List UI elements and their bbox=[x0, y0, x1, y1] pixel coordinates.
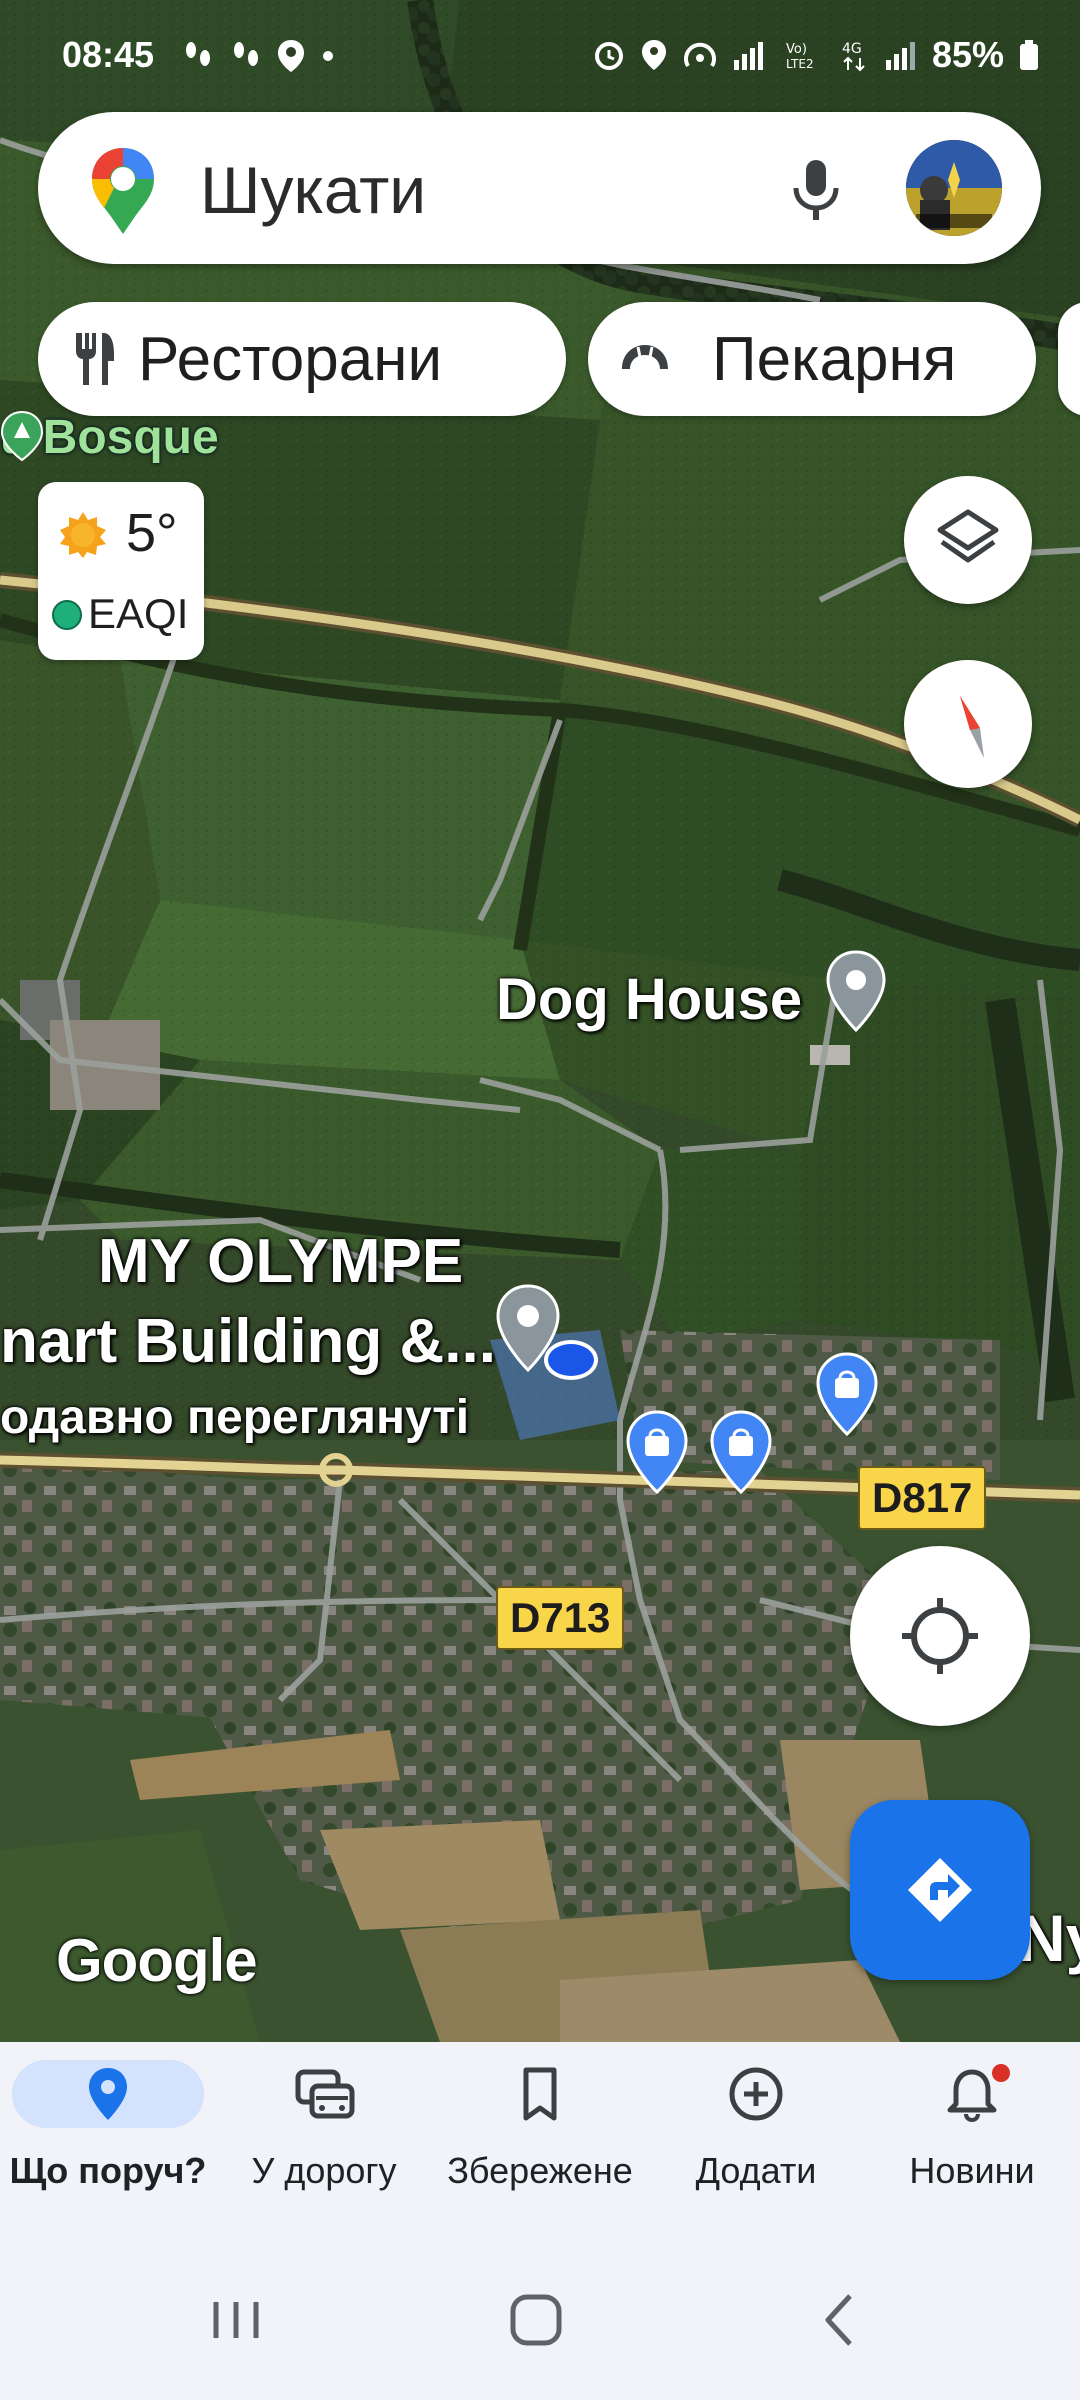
directions-button[interactable] bbox=[850, 1800, 1030, 1980]
commute-icon bbox=[260, 2060, 388, 2128]
crosshair-icon bbox=[902, 1598, 978, 1674]
bell-icon bbox=[908, 2060, 1036, 2128]
olympe-label-line3: одавно переглянуті bbox=[0, 1391, 470, 1444]
hotspot-icon bbox=[684, 42, 716, 68]
search-bar[interactable]: Шукати bbox=[38, 112, 1041, 264]
system-nav-bar bbox=[0, 2240, 1080, 2400]
nav-label: Збережене bbox=[447, 2150, 633, 2191]
status-bar: 08:45 Vo) LTE2 4G 85% bbox=[0, 30, 1080, 86]
dog-house-pin-icon[interactable] bbox=[826, 950, 886, 1033]
bottom-nav: Що поруч? У дорогу Збережене Додати Нови… bbox=[0, 2042, 1080, 2240]
status-right-icons: Vo) LTE2 4G 85% bbox=[592, 34, 1040, 76]
road-shield-d817: D817 bbox=[858, 1466, 987, 1530]
location-icon bbox=[641, 40, 666, 70]
recent-apps-icon bbox=[213, 2302, 259, 2338]
avatar[interactable] bbox=[906, 140, 1002, 236]
nav-explore[interactable]: Що поруч? bbox=[0, 2042, 216, 2240]
add-circle-icon bbox=[692, 2060, 820, 2128]
nav-saved[interactable]: Збережене bbox=[432, 2042, 648, 2240]
my-location-button[interactable] bbox=[850, 1546, 1030, 1726]
svg-text:4G: 4G bbox=[842, 41, 862, 57]
google-maps-logo-icon bbox=[90, 146, 156, 234]
location-pin-icon bbox=[12, 2060, 204, 2128]
google-logo: Google bbox=[56, 1927, 258, 1994]
volte-icon: Vo)LTE2 bbox=[786, 42, 814, 71]
road-shield-d713: D713 bbox=[496, 1586, 625, 1650]
compass-button[interactable] bbox=[904, 660, 1032, 788]
current-location-dot bbox=[544, 1340, 598, 1380]
footsteps-icon bbox=[186, 42, 210, 66]
alarm-icon bbox=[594, 42, 623, 70]
compass-icon bbox=[960, 696, 984, 758]
nav-commute[interactable]: У дорогу bbox=[216, 2042, 432, 2240]
back-button[interactable] bbox=[800, 2280, 880, 2360]
home-icon bbox=[510, 2294, 562, 2346]
fork-knife-icon bbox=[72, 331, 116, 387]
4g-icon: 4G bbox=[842, 41, 865, 72]
signal-r-icon bbox=[733, 42, 763, 70]
shopping-pin-icon[interactable] bbox=[816, 1352, 878, 1437]
shopping-pin-icon[interactable] bbox=[710, 1410, 772, 1495]
nav-label: У дорогу bbox=[251, 2150, 397, 2191]
olympe-label-line2[interactable]: nart Building &... bbox=[0, 1306, 496, 1377]
battery-icon bbox=[1020, 40, 1038, 70]
search-placeholder[interactable]: Шукати bbox=[200, 152, 426, 228]
park-label[interactable]: u Bosque bbox=[0, 410, 232, 465]
location-icon bbox=[278, 40, 304, 72]
chip-label: Ресторани bbox=[138, 324, 443, 394]
shopping-pin-icon[interactable] bbox=[626, 1410, 688, 1495]
nav-label: Що поруч? bbox=[9, 2150, 207, 2191]
weather-temp: 5° bbox=[126, 503, 178, 563]
sun-icon bbox=[60, 512, 106, 558]
home-button[interactable] bbox=[496, 2280, 576, 2360]
chip-more[interactable] bbox=[1058, 302, 1080, 416]
dot-icon bbox=[323, 51, 333, 61]
chip-label: Пекарня bbox=[712, 324, 957, 394]
weather-widget[interactable]: 5° EAQI bbox=[38, 482, 204, 660]
dog-house-label[interactable]: Dog House bbox=[496, 966, 802, 1033]
nav-label: Додати bbox=[695, 2150, 817, 2191]
air-quality-dot bbox=[52, 600, 82, 630]
nav-updates[interactable]: Новини bbox=[864, 2042, 1080, 2240]
nav-label: Новини bbox=[909, 2150, 1035, 2191]
bookmark-icon bbox=[476, 2060, 604, 2128]
croissant-icon bbox=[618, 339, 672, 379]
recent-apps-button[interactable] bbox=[196, 2280, 276, 2360]
nav-contribute[interactable]: Додати bbox=[648, 2042, 864, 2240]
mic-icon[interactable] bbox=[778, 150, 854, 226]
svg-text:LTE2: LTE2 bbox=[786, 57, 814, 71]
olympe-label-line1[interactable]: MY OLYMPE bbox=[98, 1226, 463, 1297]
chip-bakery[interactable]: Пекарня bbox=[588, 302, 1036, 416]
air-quality-label: EAQI bbox=[88, 590, 189, 637]
svg-text:Vo): Vo) bbox=[786, 42, 807, 57]
chip-restaurants[interactable]: Ресторани bbox=[38, 302, 566, 416]
layers-button[interactable] bbox=[904, 476, 1032, 604]
notification-dot bbox=[992, 2064, 1010, 2082]
footsteps-icon bbox=[234, 42, 258, 66]
back-icon bbox=[825, 2294, 852, 2346]
signal-icon bbox=[885, 42, 915, 70]
battery-percent: 85% bbox=[931, 34, 1004, 75]
directions-icon bbox=[908, 1858, 972, 1922]
status-time: 08:45 bbox=[62, 34, 155, 75]
status-left-icons bbox=[180, 38, 338, 74]
layers-icon bbox=[937, 509, 999, 563]
